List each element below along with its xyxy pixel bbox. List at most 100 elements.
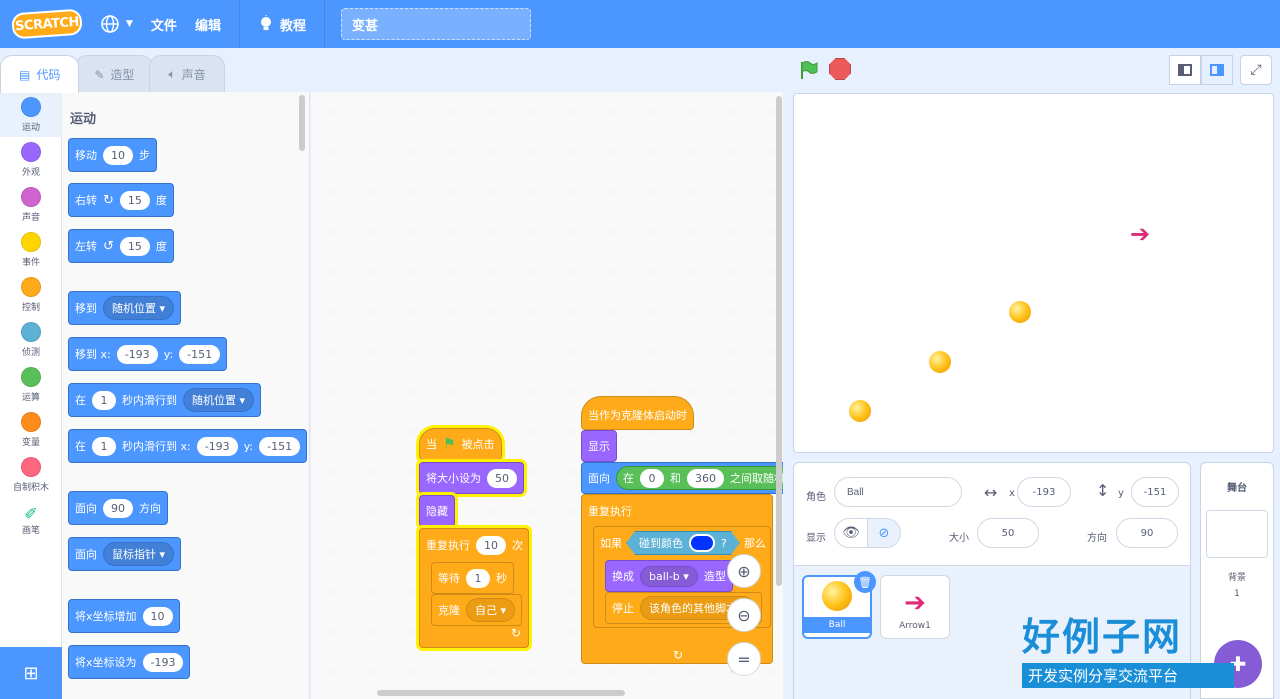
show-hidden-button[interactable]: ⊘ (867, 518, 901, 548)
clone-start-hat-block[interactable]: 当作为克隆体启动时 (581, 396, 694, 430)
goto-target-dropdown[interactable]: 随机位置 ▾ (103, 296, 175, 320)
palette-scrollbar[interactable] (299, 95, 305, 151)
arrow-sprite[interactable]: ➔ (1130, 220, 1150, 248)
zoom-reset-button[interactable]: = (727, 642, 761, 676)
wait-input[interactable]: 1 (466, 568, 490, 588)
point-direction-block[interactable]: 面向 90 方向 (68, 491, 168, 525)
category-events[interactable]: 事件 (0, 227, 62, 272)
project-title-input[interactable] (340, 8, 531, 40)
direction-input[interactable]: 90 (1116, 518, 1178, 548)
y-input[interactable]: -151 (179, 344, 221, 364)
degrees-input[interactable]: 15 (119, 236, 150, 256)
ball-sprite[interactable] (849, 400, 871, 422)
tab-sounds[interactable]: 🔈︎ 声音 (149, 55, 225, 93)
backdrop-thumbnail[interactable] (1206, 510, 1268, 558)
edit-menu[interactable]: 编辑 (195, 15, 221, 34)
show-block[interactable]: 显示 (581, 430, 617, 462)
random-to-input[interactable]: 360 (687, 468, 724, 488)
x-input[interactable]: -193 (1017, 477, 1071, 507)
fullscreen-button[interactable]: ⤢ (1240, 55, 1272, 85)
zoom-in-button[interactable]: ⊕ (727, 554, 761, 588)
tab-costumes[interactable]: ✎ 造型 (75, 55, 154, 93)
add-extension-button[interactable]: ⊞ (0, 647, 62, 699)
y-input[interactable]: -151 (259, 436, 301, 456)
turn-left-block[interactable]: 左转 ↺ 15 度 (68, 229, 174, 263)
point-random-block[interactable]: 面向 在 0 和 360 之间取随机数 (581, 462, 783, 494)
script-area[interactable]: 当 ⚑ 被点击 将大小设为 50 隐藏 重复执行 10 次 等待 1 秒 克隆 … (311, 92, 783, 699)
move-steps-block[interactable]: 移动 10 步 (68, 138, 157, 172)
script-area-v-scrollbar[interactable] (776, 96, 782, 586)
glide-block[interactable]: 在 1 秒内滑行到 随机位置 ▾ (68, 383, 262, 417)
small-stage-button[interactable] (1169, 55, 1201, 85)
category-looks[interactable]: 外观 (0, 137, 62, 182)
show-visible-button[interactable]: 👁︎ (834, 518, 868, 548)
steps-input[interactable]: 10 (103, 145, 133, 165)
wait-block[interactable]: 等待 1 秒 (431, 562, 514, 594)
color-swatch[interactable] (689, 534, 715, 552)
block-label: 重复执行 (426, 539, 470, 552)
size-input[interactable]: 50 (977, 518, 1039, 548)
turn-right-block[interactable]: 右转 ↻ 15 度 (68, 183, 174, 217)
goto-block[interactable]: 移到 随机位置 ▾ (68, 291, 182, 325)
secs-input[interactable]: 1 (92, 436, 116, 456)
random-operator[interactable]: 在 0 和 360 之间取随机数 (616, 466, 783, 490)
secs-input[interactable]: 1 (92, 390, 116, 410)
repeat-times-input[interactable]: 10 (476, 535, 506, 555)
set-x-block[interactable]: 将x坐标设为 -193 (68, 645, 191, 679)
scratch-logo[interactable]: SCRATCH (11, 8, 83, 40)
sensing-dot-icon (21, 321, 41, 342)
sprite-tile-ball[interactable]: Ball 🗑︎ (802, 571, 876, 639)
size-input[interactable]: 50 (487, 468, 517, 488)
ball-sprite[interactable] (1009, 301, 1031, 323)
sprite-tile-arrow1[interactable]: ➔ Arrow1 (880, 575, 950, 639)
stage[interactable]: ➔ (793, 93, 1274, 453)
clone-target-dropdown[interactable]: 自己 ▾ (466, 598, 516, 622)
point-towards-dropdown[interactable]: 鼠标指针 ▾ (103, 542, 175, 566)
category-variables[interactable]: 变量 (0, 407, 62, 452)
touching-color-block[interactable]: 碰到颜色 ? (626, 531, 740, 555)
trash-icon[interactable]: 🗑︎ (854, 571, 876, 593)
clone-block[interactable]: 克隆 自己 ▾ (431, 594, 523, 626)
script-area-h-scrollbar[interactable] (377, 690, 625, 696)
direction-input[interactable]: 90 (103, 498, 133, 518)
set-x-input[interactable]: -193 (142, 652, 184, 672)
random-from-input[interactable]: 0 (640, 468, 664, 488)
show-label: 显示 (806, 533, 826, 544)
category-sound[interactable]: 声音 (0, 182, 62, 227)
ball-sprite[interactable] (929, 351, 951, 373)
category-label: 自制积木 (12, 482, 49, 493)
hide-block[interactable]: 隐藏 (419, 495, 455, 527)
category-pen[interactable]: ✐ 画笔 (0, 497, 62, 542)
green-flag-hat-block[interactable]: 当 ⚑ 被点击 (419, 428, 502, 460)
point-towards-block[interactable]: 面向 鼠标指针 ▾ (68, 537, 182, 571)
green-flag-button[interactable] (793, 55, 823, 85)
glide-target-dropdown[interactable]: 随机位置 ▾ (183, 388, 255, 412)
stop-button[interactable] (829, 58, 851, 80)
language-menu[interactable]: ▼ (100, 14, 133, 34)
block-label: 在 (623, 472, 634, 485)
file-menu[interactable]: 文件 (151, 15, 177, 34)
category-control[interactable]: 控制 (0, 272, 62, 317)
category-sensing[interactable]: 侦测 (0, 317, 62, 362)
degrees-input[interactable]: 15 (119, 190, 150, 210)
change-x-input[interactable]: 10 (142, 606, 173, 626)
y-input[interactable]: -151 (1131, 477, 1179, 507)
category-motion[interactable]: 运动 (0, 92, 62, 137)
category-operators[interactable]: 运算 (0, 362, 62, 407)
set-size-block[interactable]: 将大小设为 50 (419, 462, 524, 494)
x-input[interactable]: -193 (116, 344, 158, 364)
tab-code[interactable]: ▤ 代码 (0, 55, 80, 93)
goto-xy-block[interactable]: 移到 x: -193 y: -151 (68, 337, 228, 371)
costume-dropdown[interactable]: ball-b ▾ (640, 565, 698, 587)
change-x-block[interactable]: 将x坐标增加 10 (68, 599, 180, 633)
sprite-name-input[interactable] (834, 477, 962, 507)
block-label: 造型 (703, 570, 726, 583)
tutorials-menu[interactable]: 教程 (258, 15, 306, 34)
category-my-blocks[interactable]: 自制积木 (0, 452, 62, 497)
glide-xy-block[interactable]: 在 1 秒内滑行到 x: -193 y: -151 (68, 429, 308, 463)
tab-costumes-label: 造型 (110, 68, 135, 82)
x-input[interactable]: -193 (196, 436, 238, 456)
zoom-out-button[interactable]: ⊖ (727, 598, 761, 632)
switch-costume-block[interactable]: 换成 ball-b ▾ 造型 (605, 560, 733, 592)
normal-stage-button[interactable] (1201, 55, 1233, 85)
